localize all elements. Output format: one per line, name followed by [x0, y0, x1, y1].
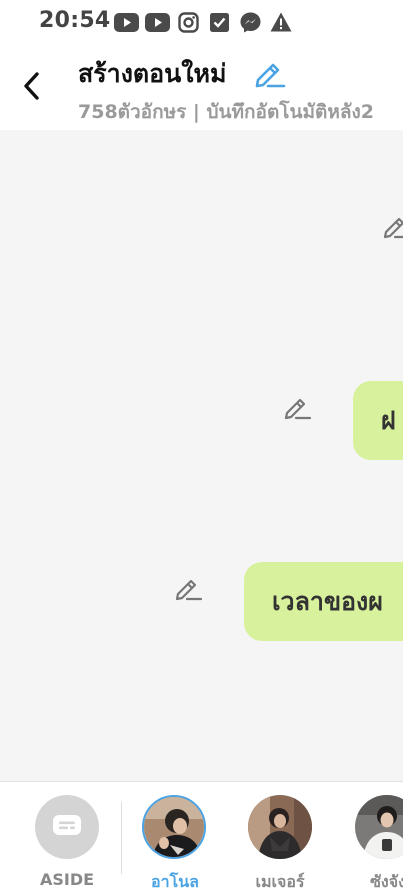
edit-pencil-icon[interactable] [282, 392, 312, 422]
character-bar: ASIDE อาโนล เมเจอร์ ซังจัง [0, 781, 403, 896]
avatar [142, 795, 206, 859]
edit-pencil-icon[interactable] [381, 211, 403, 241]
aside-label: ASIDE [39, 870, 95, 889]
character-item[interactable]: ซังจัง [343, 782, 403, 896]
character-count-autosave: 758ตัวอักษร | บันทึกอัตโนมัติหลัง2 [78, 101, 375, 123]
aside-icon [35, 795, 99, 859]
edit-pencil-icon[interactable] [173, 573, 203, 603]
check-square-icon [206, 10, 232, 34]
character-item[interactable]: เมเจอร์ [235, 782, 325, 896]
character-name: เมเจอร์ [255, 872, 305, 891]
instagram-icon [175, 10, 201, 34]
character-name: อาโนล [151, 872, 199, 891]
back-button[interactable] [14, 66, 50, 106]
youtube-icon [144, 10, 170, 34]
character-name: ซังจัง [370, 872, 403, 891]
divider [121, 802, 122, 874]
chat-area[interactable]: ฝ เวลาของผ [0, 130, 403, 781]
page-title[interactable]: สร้างตอนใหม่ [78, 54, 226, 94]
message-bubble[interactable]: เวลาของผ [244, 562, 403, 641]
warning-icon [268, 10, 294, 34]
avatar [355, 795, 403, 859]
status-bar: 20:54 [0, 0, 403, 44]
avatar [248, 795, 312, 859]
messenger-icon [237, 10, 263, 34]
message-bubble[interactable]: ฝ [353, 381, 403, 460]
pencil-icon[interactable] [252, 56, 286, 90]
status-time: 20:54 [39, 8, 111, 33]
header: สร้างตอนใหม่ 758ตัวอักษร | บันทึกอัตโนมั… [0, 44, 403, 130]
chevron-left-icon [24, 72, 39, 100]
character-item[interactable]: อาโนล [130, 782, 220, 896]
aside-button[interactable]: ASIDE [22, 782, 112, 896]
youtube-icon [113, 10, 139, 34]
status-icons [113, 10, 299, 34]
